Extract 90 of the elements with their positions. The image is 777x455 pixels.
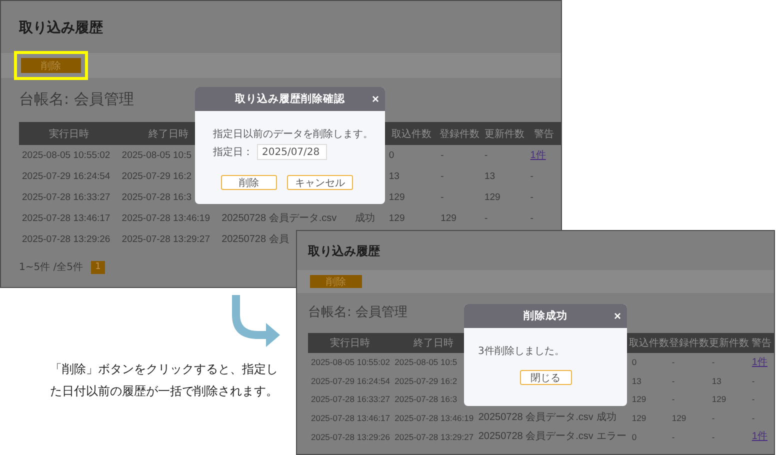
column-header: 更新件数 xyxy=(484,128,524,140)
table-cell: - xyxy=(672,432,675,442)
table-cell: 13 xyxy=(712,376,722,386)
dialog-message: 指定日以前のデータを削除します。 xyxy=(213,128,374,141)
table-cell: 0 xyxy=(632,357,637,368)
column-header: 更新件数 xyxy=(708,338,749,349)
table-cell: 2025-07-29 16:2 xyxy=(122,170,192,182)
table-cell: 2025-07-28 16:33:27 xyxy=(311,394,390,404)
table-cell: 129 xyxy=(632,394,646,404)
table-cell: 20250728 会員データ.csv xyxy=(478,412,594,424)
table-cell: - xyxy=(752,394,755,404)
page-summary: 1~5件 /全5件 xyxy=(19,261,84,274)
table-cell: 2025-07-28 16:3 xyxy=(394,394,458,404)
table-cell: 13 xyxy=(484,170,496,182)
table-cell: - xyxy=(440,150,444,160)
table-cell: 2025-07-28 13:46:17 xyxy=(22,212,110,224)
table-cell: 2025-07-28 13:46:19 xyxy=(394,413,474,424)
ledger-name: 台帳名: 会員管理 xyxy=(308,304,408,322)
date-label: 指定日： xyxy=(213,146,253,159)
table-cell: 2025-07-28 13:29:26 xyxy=(22,234,110,244)
ledger-name: 台帳名: 会員管理 xyxy=(19,90,134,110)
column-header: 実行日時 xyxy=(48,128,89,140)
table-cell: - xyxy=(672,357,675,368)
table-cell: - xyxy=(712,357,715,368)
dialog-title: 削除成功 xyxy=(524,309,568,323)
table-cell: 0 xyxy=(632,432,637,442)
column-header: 取込件数 xyxy=(392,128,432,140)
table-cell: 0 xyxy=(388,150,394,160)
table-cell: 2025-07-28 16:3 xyxy=(122,192,192,202)
dialog-button[interactable]: キャンセル xyxy=(287,175,353,190)
column-header: 警告 xyxy=(534,128,554,140)
table-cell: 2025-07-28 16:33:27 xyxy=(22,192,110,202)
table-cell: 2025-07-28 13:29:27 xyxy=(122,234,210,244)
table-cell: 129 xyxy=(712,394,726,404)
column-header: 終了日時 xyxy=(148,128,189,140)
table-cell: - xyxy=(672,376,675,386)
date-field[interactable]: 2025/07/28 xyxy=(257,144,327,160)
column-header: 登録件数 xyxy=(668,338,709,349)
curved-arrow-icon xyxy=(232,295,282,347)
table-cell: - xyxy=(752,413,755,424)
table-cell: 2025-08-05 10:55:02 xyxy=(22,150,110,160)
table-cell: 129 xyxy=(632,413,646,424)
table-cell: 成功 xyxy=(355,212,376,224)
table-cell: 2025-07-28 13:46:19 xyxy=(122,212,210,224)
column-header: 取込件数 xyxy=(628,338,669,349)
close-button[interactable]: × xyxy=(614,308,621,324)
table-cell: - xyxy=(530,212,534,224)
table-cell: 13 xyxy=(388,170,400,182)
column-header: 終了日時 xyxy=(414,338,454,349)
table-cell: 2025-08-05 10:55:02 xyxy=(311,357,390,368)
table-cell: - xyxy=(712,432,715,442)
table-cell: 2025-07-28 13:29:27 xyxy=(394,432,474,442)
table-cell: 129 xyxy=(672,413,686,424)
dialog-button[interactable]: 閉じる xyxy=(520,370,572,385)
table-cell: - xyxy=(484,150,488,160)
dialog-button[interactable]: 削除 xyxy=(221,175,277,190)
table-cell: 2025-07-29 16:24:54 xyxy=(22,170,110,182)
table-cell: 129 xyxy=(484,192,500,202)
column-header: 警告 xyxy=(751,338,772,349)
caption-text: 「削除」ボタンをクリックすると、指定した日付以前の履歴が一括で削除されます。 xyxy=(50,361,279,400)
table-cell: - xyxy=(440,170,444,182)
table-cell: 20250728 会員データ.csv xyxy=(222,212,337,224)
table-cell: 129 xyxy=(388,212,405,224)
table-cell: 129 xyxy=(440,212,456,224)
table-cell: 成功 xyxy=(596,412,616,424)
table-cell: - xyxy=(530,192,534,202)
table-cell: - xyxy=(672,394,675,404)
table-cell: エラー xyxy=(596,430,626,442)
table-cell: 2025-08-05 10:5 xyxy=(394,357,458,368)
column-header: 実行日時 xyxy=(330,338,370,349)
table-cell: 20250728 会員データ.csv xyxy=(478,430,594,442)
close-button[interactable]: × xyxy=(372,91,379,107)
dialog-message: 3件削除しました。 xyxy=(478,344,566,358)
dialog-title: 取り込み履歴削除確認 xyxy=(235,92,345,106)
table-cell: 2025-08-05 10:5 xyxy=(122,150,192,160)
table-cell: 129 xyxy=(388,192,405,202)
table-cell: 2025-07-29 16:2 xyxy=(394,376,458,386)
table-cell: - xyxy=(440,192,444,202)
table-cell: - xyxy=(484,212,488,224)
table-cell: - xyxy=(712,413,715,424)
column-header: 登録件数 xyxy=(440,128,480,140)
table-cell: 2025-07-29 16:24:54 xyxy=(311,376,390,386)
table-cell: - xyxy=(752,376,755,386)
table-cell: 20250728 会員 xyxy=(222,234,289,244)
table-cell: 13 xyxy=(632,376,642,386)
table-cell: 2025-07-28 13:46:17 xyxy=(311,413,390,424)
table-cell: 2025-07-28 13:29:26 xyxy=(311,432,390,442)
page-title: 取り込み履歴 xyxy=(307,243,381,260)
table-cell: - xyxy=(530,170,534,182)
page-title: 取り込み履歴 xyxy=(18,19,104,38)
